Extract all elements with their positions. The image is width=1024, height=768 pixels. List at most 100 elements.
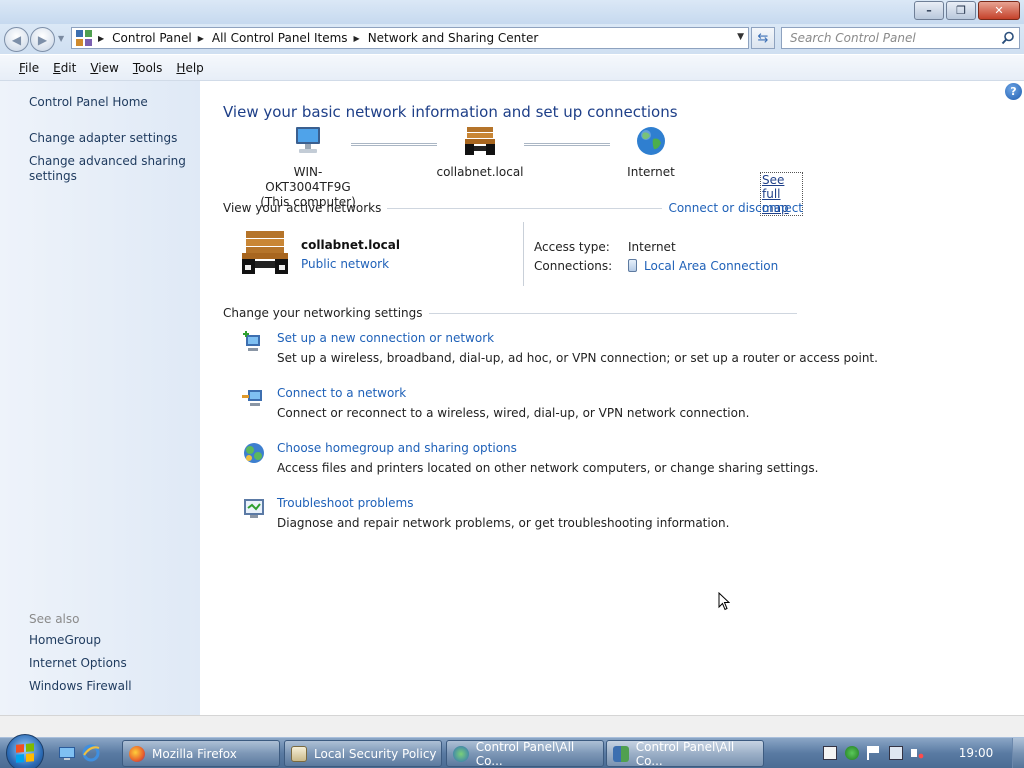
title-bar: – ❐ ✕	[0, 0, 1024, 24]
internet-label: Internet	[627, 165, 675, 179]
max-icon: ❐	[956, 4, 966, 17]
see-also-links: HomeGroup Internet Options Windows Firew…	[29, 633, 132, 702]
breadcrumb-chevron-icon[interactable]: ▶	[198, 34, 204, 43]
action-center-flag-icon[interactable]	[867, 746, 881, 760]
control-panel-home-link[interactable]: Control Panel Home	[29, 95, 148, 109]
windows-logo-icon	[16, 743, 34, 763]
see-also-heading: See also	[29, 612, 80, 626]
close-button[interactable]: ✕	[978, 1, 1020, 20]
navigation-bar: ◀ ▶ ▼ ▶ Control Panel ▶ All Control Pane…	[0, 24, 1024, 54]
troubleshoot-link[interactable]: Troubleshoot problems	[277, 496, 413, 510]
computer-icon	[296, 127, 320, 153]
menu-file[interactable]: File	[19, 61, 39, 75]
local-area-connection-link[interactable]: Local Area Connection	[628, 259, 778, 273]
homegroup-options-link[interactable]: Choose homegroup and sharing options	[277, 441, 517, 455]
breadcrumb-chevron-icon[interactable]: ▶	[354, 34, 360, 43]
refresh-button[interactable]: ⇆	[751, 27, 775, 49]
start-button[interactable]	[6, 734, 44, 768]
map-node-internet[interactable]: Internet	[616, 125, 686, 180]
active-network: collabnet.local Public network	[240, 229, 520, 289]
firefox-icon	[129, 745, 145, 762]
menu-tools[interactable]: Tools	[133, 61, 163, 75]
change-settings-header: Change your networking settings	[223, 306, 803, 320]
minimize-button[interactable]: –	[914, 1, 944, 20]
map-node-network[interactable]: collabnet.local	[435, 125, 525, 180]
taskbar-control-panel[interactable]: Control Panel\All Co...	[606, 740, 764, 768]
network-map: WIN-OKT3004TF9G (This computer) collabne…	[223, 125, 803, 216]
menu-help[interactable]: Help	[176, 61, 203, 75]
network-type-link[interactable]: Public network	[301, 257, 389, 271]
maximize-button[interactable]: ❐	[946, 1, 976, 20]
map-node-computer[interactable]: WIN-OKT3004TF9G (This computer)	[253, 125, 363, 210]
volume-muted-icon[interactable]	[911, 746, 925, 760]
connect-to-network-link[interactable]: Connect to a network	[277, 386, 406, 400]
breadcrumb-control-panel[interactable]: Control Panel	[112, 31, 192, 45]
control-panel-icon	[613, 745, 629, 762]
troubleshoot-desc: Diagnose and repair network problems, or…	[277, 516, 730, 530]
network-name: collabnet.local	[436, 165, 524, 179]
network-tray-icon[interactable]	[889, 746, 903, 760]
setup-connection-desc: Set up a wireless, broadband, dial-up, a…	[277, 351, 878, 365]
homegroup-link[interactable]: HomeGroup	[29, 633, 132, 656]
active-networks-label: View your active networks	[223, 201, 382, 215]
windows-firewall-link[interactable]: Windows Firewall	[29, 679, 132, 702]
network-center-icon	[453, 745, 469, 762]
show-desktop-quicklaunch-icon[interactable]	[58, 744, 76, 762]
window-controls: – ❐ ✕	[912, 1, 1020, 20]
menu-view[interactable]: View	[90, 61, 118, 75]
divider	[428, 312, 797, 314]
address-bar[interactable]: ▶ Control Panel ▶ All Control Panel Item…	[71, 27, 749, 49]
help-icon[interactable]: ?	[1005, 83, 1022, 100]
page-title: View your basic network information and …	[223, 103, 678, 121]
troubleshoot-icon	[244, 499, 264, 518]
taskbar-firefox[interactable]: Mozilla Firefox	[122, 740, 280, 767]
vertical-divider	[523, 222, 524, 286]
internet-options-link[interactable]: Internet Options	[29, 656, 132, 679]
back-button[interactable]: ◀	[4, 27, 29, 52]
access-type-label: Access type:	[534, 239, 610, 254]
homegroup-icon	[244, 443, 264, 463]
connect-or-disconnect-link[interactable]: Connect or disconnect	[668, 201, 803, 215]
recent-pages-dropdown[interactable]: ▼	[58, 34, 64, 43]
change-settings-label: Change your networking settings	[223, 306, 423, 320]
control-panel-icon	[76, 30, 92, 46]
globe-icon	[637, 127, 665, 155]
forward-button[interactable]: ▶	[30, 27, 55, 52]
setup-connection-link[interactable]: Set up a new connection or network	[277, 331, 494, 345]
taskbar-network-center[interactable]: Control Panel\All Co...	[446, 740, 604, 768]
breadcrumb-network-center[interactable]: Network and Sharing Center	[368, 31, 539, 45]
show-desktop-button[interactable]	[1012, 738, 1024, 768]
clipboard-tray-icon[interactable]	[823, 746, 837, 760]
connect-network-icon	[242, 390, 262, 406]
active-networks-header: View your active networks Connect or dis…	[223, 201, 803, 215]
bench-icon	[465, 127, 495, 155]
task-pane: Control Panel Home Change adapter settin…	[0, 81, 200, 715]
taskbar-firefox-label: Mozilla Firefox	[152, 746, 237, 761]
taskbar-security-policy-label: Local Security Policy	[314, 746, 437, 761]
network-properties: Access type: Internet Connections: Local…	[534, 237, 778, 275]
internet-explorer-icon[interactable]	[82, 744, 100, 762]
search-box[interactable]	[781, 27, 1020, 49]
menu-bar: File Edit View Tools Help	[0, 55, 1024, 81]
task-item: Troubleshoot problems Diagnose and repai…	[240, 494, 820, 549]
search-icon[interactable]	[1001, 31, 1015, 45]
connections-label: Connections:	[534, 258, 613, 273]
breadcrumb-chevron-icon[interactable]: ▶	[98, 34, 104, 43]
clock[interactable]: 19:00	[946, 746, 1006, 760]
change-advanced-sharing-link[interactable]: Change advanced sharing settings	[29, 154, 189, 184]
map-link-2	[524, 143, 610, 146]
active-network-name: collabnet.local	[301, 238, 400, 252]
change-adapter-settings-link[interactable]: Change adapter settings	[29, 131, 189, 146]
security-check-tray-icon[interactable]	[845, 746, 859, 760]
access-type-row: Access type: Internet	[534, 237, 778, 256]
task-item: Connect to a network Connect or reconnec…	[240, 384, 820, 439]
address-dropdown-icon[interactable]: ▼	[737, 32, 744, 42]
breadcrumb-all-items[interactable]: All Control Panel Items	[212, 31, 348, 45]
taskbar: Mozilla Firefox Local Security Policy Co…	[0, 734, 1024, 768]
menu-edit[interactable]: Edit	[53, 61, 76, 75]
back-arrow-icon: ◀	[11, 32, 22, 47]
task-item: Choose homegroup and sharing options Acc…	[240, 439, 820, 494]
computer-name: WIN-OKT3004TF9G	[265, 165, 351, 194]
search-input[interactable]	[782, 31, 992, 45]
taskbar-security-policy[interactable]: Local Security Policy	[284, 740, 442, 767]
